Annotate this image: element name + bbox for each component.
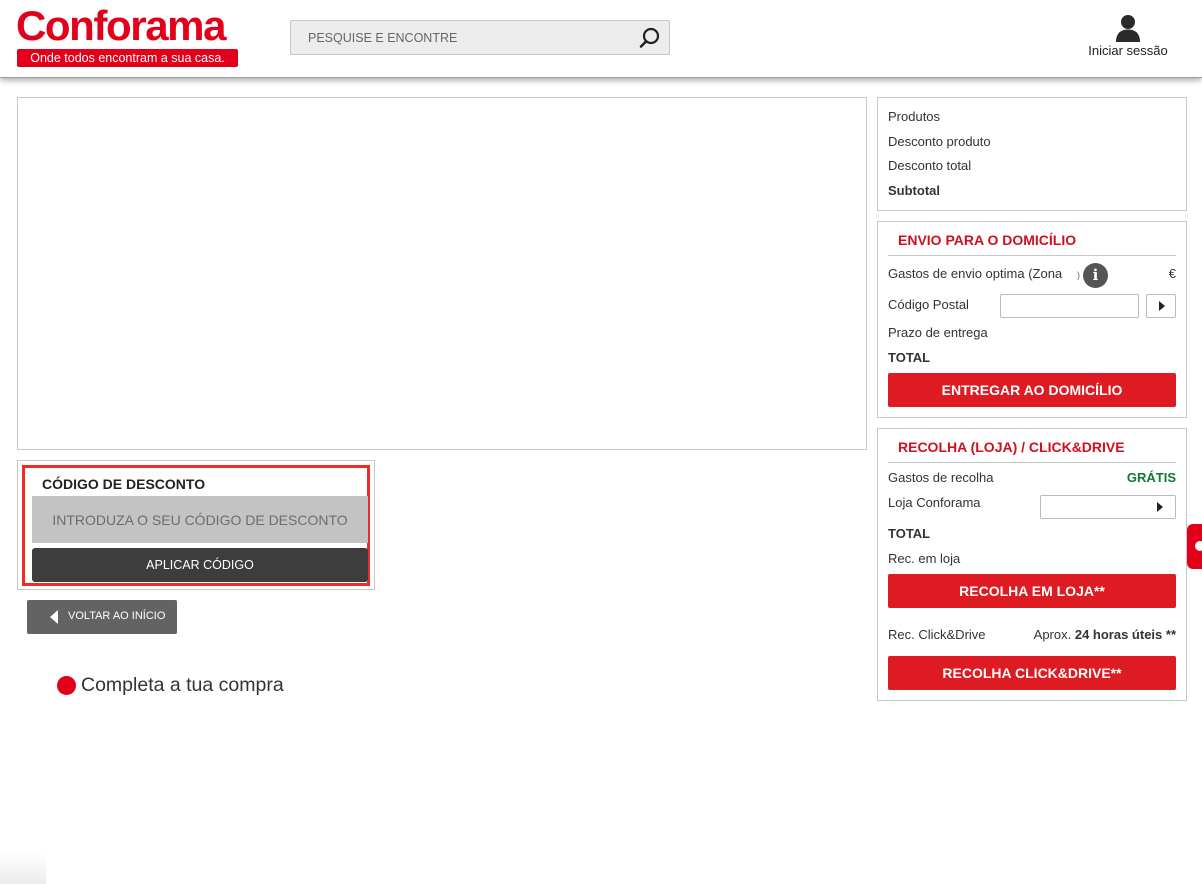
step-dot-icon <box>57 676 76 695</box>
discount-title: CÓDIGO DE DESCONTO <box>42 476 206 492</box>
logo-wordmark: Conforama <box>16 2 226 49</box>
delivery-total-label: TOTAL <box>888 350 931 365</box>
caret-right-icon <box>1159 301 1165 311</box>
back-button-label: VOLTAR AO INÍCIO <box>68 610 166 622</box>
delivery-title: ENVIO PARA O DOMICÍLIO <box>898 232 1077 248</box>
click-drive-eta: Aprox. 24 horas úteis ** <box>1034 627 1176 642</box>
eta-prefix: Aprox. <box>1033 627 1075 642</box>
home-delivery-button[interactable]: ENTREGAR AO DOMICÍLIO <box>888 373 1176 407</box>
corner-fade <box>0 852 46 884</box>
divider <box>888 462 1176 463</box>
chat-icon <box>1195 541 1202 551</box>
info-icon[interactable]: i <box>1083 263 1108 288</box>
postal-code-input[interactable] <box>1000 294 1139 318</box>
products-label: Produtos <box>888 109 941 124</box>
complete-purchase-label: Completa a tua compra <box>81 674 284 696</box>
delivery-time-label: Prazo de entrega <box>888 325 988 340</box>
order-summary-panel: Produtos Desconto produto Desconto total… <box>877 97 1187 211</box>
product-discount-label: Desconto produto <box>888 134 991 149</box>
postal-code-label: Código Postal <box>888 297 969 312</box>
search-input[interactable] <box>291 21 621 54</box>
total-discount-label: Desconto total <box>888 158 972 173</box>
eta-time: 24 horas úteis ** <box>1074 627 1176 642</box>
discount-highlight-frame: CÓDIGO DE DESCONTO APLICAR CÓDIGO <box>22 465 370 586</box>
shipping-costs-label: Gastos de envio optima (Zona <box>888 266 1063 281</box>
back-to-start-button[interactable]: VOLTAR AO INÍCIO <box>27 600 177 634</box>
pickup-free-value: GRÁTIS <box>1126 470 1176 485</box>
logo-tagline: Onde todos encontram a sua casa. <box>17 49 238 67</box>
store-select[interactable] <box>1040 495 1176 519</box>
search-icon[interactable] <box>639 27 661 49</box>
caret-left-icon <box>50 610 58 624</box>
store-pickup-panel: RECOLHA (LOJA) / CLICK&DRIVE Gastos de r… <box>877 428 1187 701</box>
pickup-title: RECOLHA (LOJA) / CLICK&DRIVE <box>898 439 1125 455</box>
store-pickup-label: Rec. em loja <box>888 551 961 566</box>
apply-code-button[interactable]: APLICAR CÓDIGO <box>32 548 368 582</box>
discount-code-input[interactable] <box>32 496 368 543</box>
login-label: Iniciar sessão <box>1088 43 1168 58</box>
zone-paren: ) <box>1077 270 1080 280</box>
store-label: Loja Conforama <box>888 495 981 510</box>
login-button[interactable]: Iniciar sessão <box>1080 14 1176 64</box>
shipping-currency: € <box>1168 266 1176 281</box>
subtotal-label: Subtotal <box>888 183 940 198</box>
divider <box>888 255 1176 256</box>
cart-content-area <box>17 97 867 450</box>
click-drive-label: Rec. Click&Drive <box>888 627 986 642</box>
pickup-costs-label: Gastos de recolha <box>888 470 994 485</box>
pickup-total-label: TOTAL <box>888 526 931 541</box>
home-delivery-panel: ENVIO PARA O DOMICÍLIO Gastos de envio o… <box>877 221 1187 418</box>
search-bar <box>290 20 670 55</box>
caret-right-icon <box>1157 502 1163 512</box>
chat-tab[interactable] <box>1187 524 1202 569</box>
click-drive-button[interactable]: RECOLHA CLICK&DRIVE** <box>888 656 1176 690</box>
discount-code-box: CÓDIGO DE DESCONTO APLICAR CÓDIGO <box>17 460 375 590</box>
store-pickup-button[interactable]: RECOLHA EM LOJA** <box>888 574 1176 608</box>
site-header: Conforama Onde todos encontram a sua cas… <box>0 0 1202 78</box>
postal-code-submit[interactable] <box>1146 294 1176 318</box>
user-icon <box>1116 15 1140 42</box>
conforama-logo[interactable]: Conforama Onde todos encontram a sua cas… <box>16 2 240 68</box>
